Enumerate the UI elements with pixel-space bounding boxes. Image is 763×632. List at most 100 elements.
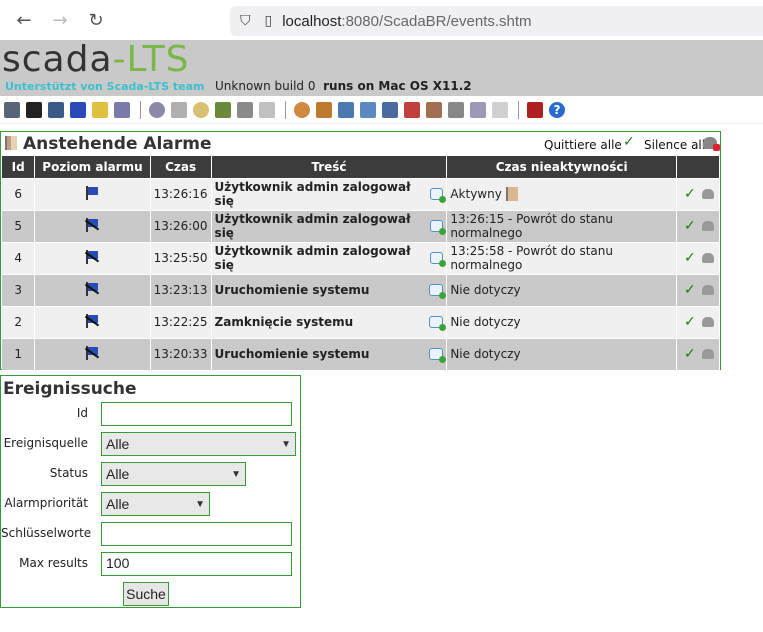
main-toolbar: ?	[0, 96, 763, 124]
reports-icon[interactable]	[92, 101, 108, 118]
search-button[interactable]: Suche	[123, 582, 169, 606]
table-row: 3 13:23:13 Uruchomienie systemu Nie doty…	[2, 273, 720, 306]
toolbar-separator	[140, 100, 141, 119]
message-text: Użytkownik admin zalogował się	[214, 212, 411, 240]
reload-icon[interactable]: ↻	[86, 10, 106, 31]
cell-inactive-time: 13:26:15 - Powrót do stanu normalnego	[446, 209, 677, 242]
add-comment-icon[interactable]	[429, 348, 447, 364]
cell-id: 5	[2, 209, 36, 242]
help-icon[interactable]: ?	[549, 101, 565, 118]
tools-icon[interactable]	[426, 101, 442, 118]
alarms-table: Id Poziom alarmu Czas Treść Czas nieakty…	[2, 156, 720, 370]
status-select[interactable]: Alle ▼	[101, 462, 246, 486]
alarm-flag-icon	[5, 136, 17, 150]
forward-icon[interactable]: →	[50, 10, 70, 31]
emport-icon[interactable]	[448, 101, 464, 118]
build-info: Unknown build 0 runs on Mac OS X11.2	[215, 79, 472, 93]
users-icon[interactable]	[294, 101, 310, 118]
silence-all-link[interactable]: Silence all	[644, 138, 705, 152]
cell-actions: ✓	[676, 337, 720, 370]
back-icon[interactable]: ←	[14, 10, 34, 31]
id-label: Id	[76, 406, 88, 420]
browser-toolbar: ← → ↻ ⛉ ▯ localhost:8080/ScadaBR/events.…	[0, 0, 763, 40]
add-comment-icon[interactable]	[429, 220, 447, 235]
cell-level	[34, 209, 151, 242]
add-comment-icon[interactable]	[429, 316, 447, 331]
cell-time: 13:23:13	[150, 273, 212, 306]
cell-actions: ✓	[676, 241, 720, 274]
cell-message: Uruchomienie systemu	[211, 273, 448, 306]
add-comment-icon[interactable]	[429, 252, 447, 267]
compound-events-icon[interactable]	[215, 101, 231, 118]
cell-inactive-time: Nie dotyczy	[446, 337, 677, 370]
logout-icon[interactable]	[527, 101, 543, 118]
silence-icon[interactable]	[701, 317, 714, 327]
source-value: Alle	[106, 436, 130, 452]
max-results-input[interactable]: 100	[101, 552, 292, 576]
point-hierarchy-icon[interactable]	[338, 101, 354, 118]
url-text: localhost:8080/ScadaBR/events.shtm	[282, 12, 532, 30]
column-header-id: Id	[2, 156, 36, 178]
acknowledge-all-link[interactable]: Quittiere alle	[544, 138, 622, 152]
add-comment-icon[interactable]	[429, 284, 447, 299]
id-input[interactable]	[101, 402, 292, 426]
publishers-icon[interactable]	[382, 101, 398, 118]
mailing-lists-icon[interactable]	[360, 101, 376, 118]
alarms-icon[interactable]	[70, 101, 86, 118]
cell-level	[34, 177, 151, 210]
status-label: Status	[49, 466, 88, 480]
graphic-views-icon[interactable]	[26, 101, 42, 118]
user-profiles-icon[interactable]	[316, 101, 332, 118]
page-icon: ▯	[264, 13, 273, 29]
acknowledge-icon[interactable]: ✓	[684, 346, 696, 362]
silence-icon[interactable]	[701, 221, 714, 231]
flag-active-icon	[85, 185, 99, 200]
acknowledge-icon[interactable]: ✓	[684, 282, 696, 298]
flag-inactive-icon	[85, 249, 100, 264]
data-sources-icon[interactable]	[114, 101, 130, 118]
datastore-icon[interactable]	[171, 101, 187, 118]
system-settings-icon[interactable]	[149, 101, 165, 118]
table-row: 4 13:25:50 Użytkownik admin zalogował si…	[2, 241, 720, 274]
priority-select[interactable]: Alle ▼	[101, 492, 210, 516]
acknowledge-icon[interactable]: ✓	[684, 186, 696, 202]
cell-level	[34, 305, 151, 338]
alarms-title-row: Anstehende Alarme Quittiere alle ✓ Silen…	[1, 132, 720, 156]
point-links-icon[interactable]	[237, 101, 253, 118]
scripts-icon[interactable]	[259, 101, 275, 118]
acknowledge-all-check-icon[interactable]: ✓	[623, 134, 635, 150]
cell-inactive-time: 13:25:58 - Powrót do stanu normalnego	[446, 241, 677, 274]
priority-label: Alarmpriorität	[4, 496, 88, 510]
table-row: 6 13:26:16 Użytkownik admin zalogował si…	[2, 177, 720, 210]
acknowledge-icon[interactable]: ✓	[684, 314, 696, 330]
cell-id: 4	[2, 241, 36, 274]
silence-icon[interactable]	[701, 285, 714, 295]
silence-icon[interactable]	[701, 189, 714, 199]
table-row: 1 13:20:33 Uruchomienie systemu Nie doty…	[2, 337, 720, 370]
table-header-row: Id Poziom alarmu Czas Treść Czas nieakty…	[2, 156, 720, 178]
acknowledge-icon[interactable]: ✓	[684, 218, 696, 234]
cell-actions: ✓	[676, 305, 720, 338]
scheduled-events-icon[interactable]	[193, 101, 209, 118]
acknowledge-icon[interactable]: ✓	[684, 250, 696, 266]
event-search-panel: Ereignissuche Id Ereignisquelle Alle ▼ St…	[0, 375, 301, 608]
column-header-level: Poziom alarmu	[34, 156, 151, 178]
active-alarm-icon	[505, 187, 518, 202]
event-report-icon[interactable]	[48, 101, 64, 118]
keywords-input[interactable]	[101, 522, 292, 546]
watchlist-icon[interactable]	[4, 101, 20, 118]
cell-message: Użytkownik admin zalogował się	[211, 209, 448, 242]
silence-all-icon[interactable]	[703, 137, 720, 151]
column-header-inactive-time: Czas nieaktywności	[446, 156, 677, 178]
sql-icon[interactable]	[470, 101, 486, 118]
cell-message: Uruchomienie systemu	[211, 337, 448, 370]
cell-message: Zamknięcie systemu	[211, 305, 448, 338]
cell-time: 13:20:33	[150, 337, 212, 370]
address-bar[interactable]: ⛉ ▯ localhost:8080/ScadaBR/events.shtm	[230, 6, 763, 36]
silence-icon[interactable]	[701, 253, 714, 263]
notes-icon[interactable]	[492, 101, 508, 118]
silence-icon[interactable]	[701, 349, 714, 360]
source-select[interactable]: Alle ▼	[101, 432, 296, 456]
maintenance-icon[interactable]	[404, 101, 420, 118]
add-comment-icon[interactable]	[429, 188, 447, 203]
